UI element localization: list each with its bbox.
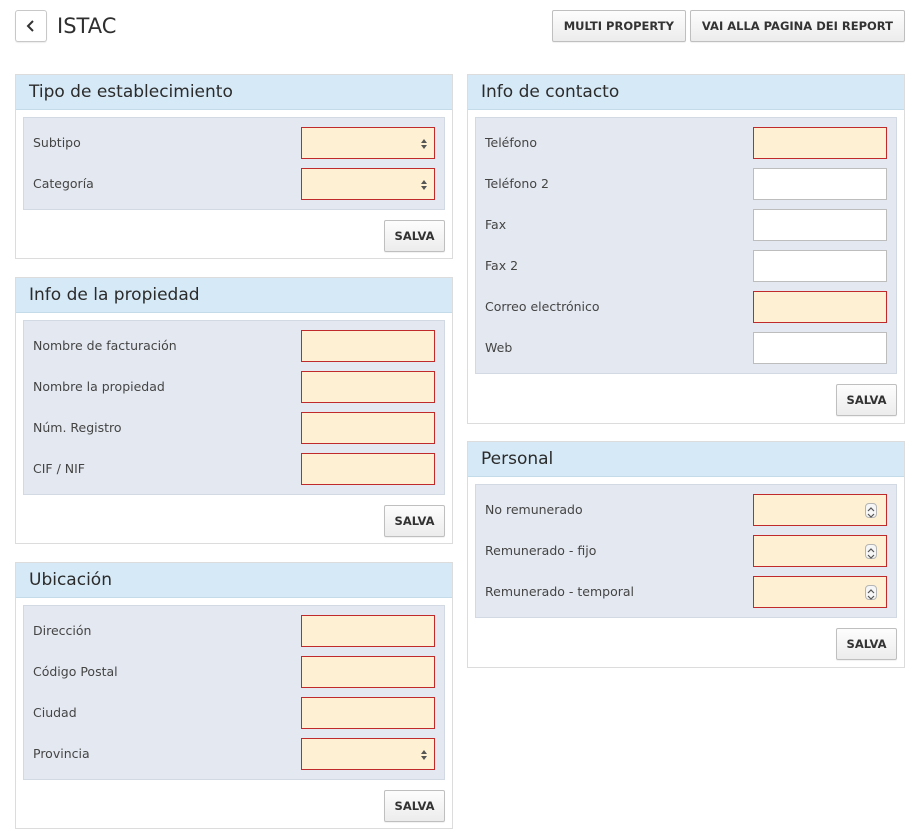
direccion-input[interactable]	[301, 615, 435, 647]
form-row: Ciudad	[24, 697, 444, 738]
spinner-icon[interactable]	[865, 544, 877, 559]
field-label: Nombre de facturación	[33, 338, 177, 353]
form-body: Teléfono Teléfono 2 Fax Fax 2 Correo ele…	[475, 117, 897, 374]
ciudad-input[interactable]	[301, 697, 435, 729]
field-label: Categoría	[33, 176, 94, 191]
save-button[interactable]: SALVA	[384, 790, 445, 822]
form-row: Remunerado - temporal	[476, 576, 896, 617]
remunerado-fijo-number-input[interactable]	[753, 535, 887, 567]
form-row: Teléfono 2	[476, 168, 896, 209]
form-row: Remunerado - fijo	[476, 535, 896, 576]
form-row: Núm. Registro	[24, 412, 444, 453]
remunerado-temporal-number-input[interactable]	[753, 576, 887, 608]
subtipo-select[interactable]	[301, 127, 435, 159]
categoria-select[interactable]	[301, 168, 435, 200]
field-label: Subtipo	[33, 135, 81, 150]
panel-footer: SALVA	[16, 210, 452, 260]
form-row: Fax 2	[476, 250, 896, 291]
panel-tipo-establecimiento: Tipo de establecimiento Subtipo Categorí…	[15, 74, 453, 259]
form-row: Dirección	[24, 615, 444, 656]
panel-title: Tipo de establecimiento	[16, 75, 452, 110]
panel-personal: Personal No remunerado Remunerado - fijo…	[467, 441, 905, 668]
form-row: No remunerado	[476, 494, 896, 535]
form-body: Nombre de facturación Nombre la propieda…	[23, 320, 445, 495]
panel-info-contacto: Info de contacto Teléfono Teléfono 2 Fax…	[467, 74, 905, 424]
codigo-postal-input[interactable]	[301, 656, 435, 688]
form-body: Subtipo Categoría	[23, 117, 445, 210]
panel-footer: SALVA	[468, 618, 904, 668]
nombre-facturacion-input[interactable]	[301, 330, 435, 362]
save-button[interactable]: SALVA	[384, 220, 445, 252]
panel-title: Info de contacto	[468, 75, 904, 110]
panel-ubicacion: Ubicación Dirección Código Postal Ciudad…	[15, 562, 453, 829]
form-row: Correo electrónico	[476, 291, 896, 332]
spinner-icon[interactable]	[865, 503, 877, 518]
field-label: Núm. Registro	[33, 420, 122, 435]
page-title: ISTAC	[57, 14, 117, 38]
field-label: Teléfono 2	[485, 176, 549, 191]
form-body: No remunerado Remunerado - fijo Remunera…	[475, 484, 897, 618]
panel-info-propiedad: Info de la propiedad Nombre de facturaci…	[15, 277, 453, 544]
nombre-propiedad-input[interactable]	[301, 371, 435, 403]
form-row: Fax	[476, 209, 896, 250]
web-input[interactable]	[753, 332, 887, 364]
fax-input[interactable]	[753, 209, 887, 241]
panel-footer: SALVA	[16, 495, 452, 545]
form-row: Teléfono	[476, 127, 896, 168]
panel-footer: SALVA	[16, 780, 452, 830]
select-arrows-icon	[420, 178, 428, 192]
telefono-input[interactable]	[753, 127, 887, 159]
form-row: Categoría	[24, 168, 444, 209]
provincia-select[interactable]	[301, 738, 435, 770]
field-label: Ciudad	[33, 705, 77, 720]
report-page-button[interactable]: VAI ALLA PAGINA DEI REPORT	[689, 10, 905, 42]
chevron-left-icon	[26, 20, 34, 32]
save-button[interactable]: SALVA	[836, 384, 897, 416]
field-label: Nombre la propiedad	[33, 379, 165, 394]
fax-2-input[interactable]	[753, 250, 887, 282]
field-label: CIF / NIF	[33, 461, 85, 476]
telefono-2-input[interactable]	[753, 168, 887, 200]
field-label: Fax 2	[485, 258, 519, 273]
field-label: Fax	[485, 217, 507, 232]
form-row: Provincia	[24, 738, 444, 779]
save-button[interactable]: SALVA	[384, 505, 445, 537]
save-button[interactable]: SALVA	[836, 628, 897, 660]
form-row: Subtipo	[24, 127, 444, 168]
cif-nif-input[interactable]	[301, 453, 435, 485]
field-label: Correo electrónico	[485, 299, 600, 314]
field-label: Web	[485, 340, 513, 355]
field-label: Dirección	[33, 623, 92, 638]
header-actions: MULTI PROPERTY VAI ALLA PAGINA DEI REPOR…	[551, 10, 905, 42]
field-label: Provincia	[33, 746, 90, 761]
panel-title: Info de la propiedad	[16, 278, 452, 313]
field-label: Teléfono	[485, 135, 537, 150]
panel-title: Personal	[468, 442, 904, 477]
spinner-icon[interactable]	[865, 585, 877, 600]
form-body: Dirección Código Postal Ciudad Provincia	[23, 605, 445, 780]
no-remunerado-number-input[interactable]	[753, 494, 887, 526]
multi-property-button[interactable]: MULTI PROPERTY	[551, 10, 686, 42]
field-label: Remunerado - temporal	[485, 584, 634, 599]
num-registro-input[interactable]	[301, 412, 435, 444]
form-row: CIF / NIF	[24, 453, 444, 494]
panel-title: Ubicación	[16, 563, 452, 598]
field-label: Remunerado - fijo	[485, 543, 597, 558]
select-arrows-icon	[420, 748, 428, 762]
form-row: Web	[476, 332, 896, 373]
form-row: Código Postal	[24, 656, 444, 697]
email-input[interactable]	[753, 291, 887, 323]
panel-footer: SALVA	[468, 374, 904, 424]
back-button[interactable]	[15, 10, 47, 42]
field-label: No remunerado	[485, 502, 583, 517]
form-row: Nombre de facturación	[24, 330, 444, 371]
form-row: Nombre la propiedad	[24, 371, 444, 412]
select-arrows-icon	[420, 137, 428, 151]
field-label: Código Postal	[33, 664, 118, 679]
